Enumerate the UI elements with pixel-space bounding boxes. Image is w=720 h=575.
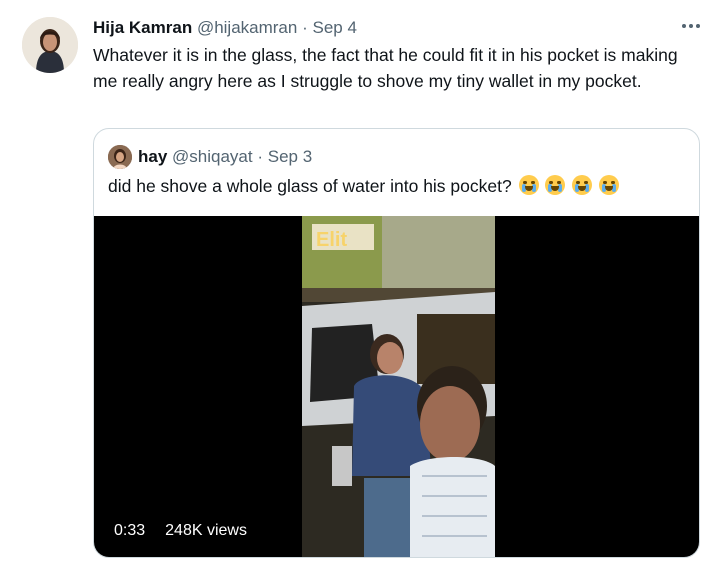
tweet-header: Hija Kamran @hijakamran · Sep 4: [93, 17, 357, 39]
avatar-image: [22, 17, 78, 73]
quote-header: hay @shiqayat · Sep 3: [138, 146, 312, 168]
author-handle[interactable]: @hijakamran: [197, 18, 297, 37]
author-avatar[interactable]: [22, 17, 78, 73]
video-thumbnail: Elit ​: [302, 216, 495, 557]
video-meta: 0:33 248K views: [114, 521, 267, 541]
loudly-crying-face-icon: [518, 175, 539, 195]
quote-author-avatar[interactable]: [108, 145, 132, 169]
quote-author-name[interactable]: hay: [138, 147, 167, 166]
face-with-tears-of-joy-icon: [599, 175, 620, 195]
quote-text-line: did he shove a whole glass of water into…: [108, 174, 620, 198]
video-views: 248K views: [165, 522, 247, 539]
tweet-text: Whatever it is in the glass, the fact th…: [93, 45, 678, 91]
tweet-date[interactable]: Sep 4: [312, 18, 356, 37]
author-name[interactable]: Hija Kamran: [93, 18, 192, 37]
face-with-tears-of-joy-icon: [572, 175, 593, 195]
more-options-button[interactable]: [678, 16, 704, 36]
video-player[interactable]: Elit ​ 0:33248K: [94, 216, 699, 557]
more-horizontal-icon: [682, 24, 700, 28]
video-scene-image: Elit ​: [302, 216, 495, 557]
quote-text: did he shove a whole glass of water into…: [108, 176, 512, 196]
tweet[interactable]: Hija Kamran @hijakamran · Sep 4 Whatever…: [0, 0, 720, 575]
header-separator: ·: [302, 18, 308, 37]
loudly-crying-face-icon: [545, 175, 566, 195]
quote-header-separator: ·: [257, 147, 264, 166]
quote-avatar-image: [108, 145, 132, 169]
quote-date[interactable]: Sep 3: [268, 147, 312, 166]
video-duration: 0:33: [114, 522, 146, 539]
quoted-tweet[interactable]: hay @shiqayat · Sep 3 did he shove a who…: [93, 128, 700, 558]
video-sign-text: Elit: [316, 229, 347, 251]
quote-author-handle[interactable]: @shiqayat: [172, 147, 253, 166]
